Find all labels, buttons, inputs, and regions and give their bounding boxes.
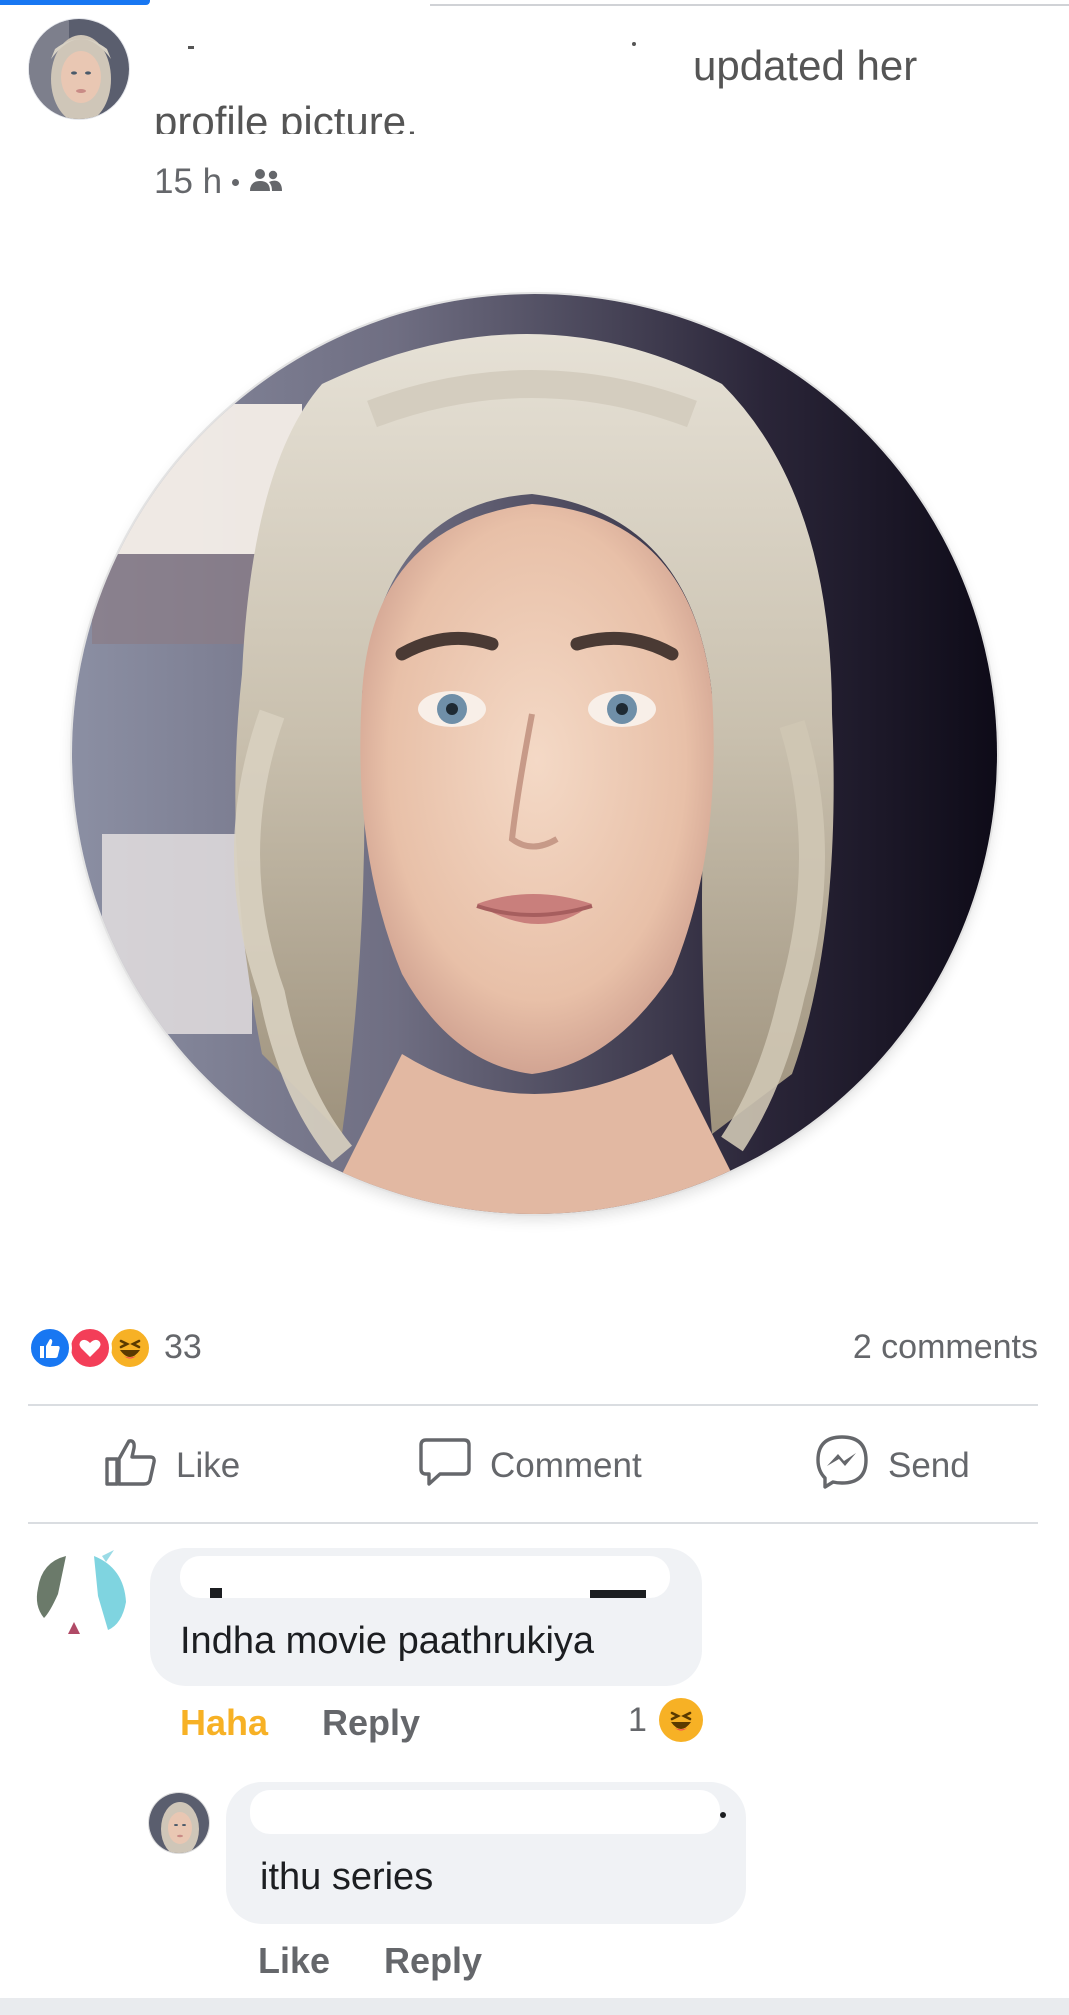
- reply-reply-button[interactable]: Reply: [384, 1940, 482, 1982]
- haha-icon: [108, 1326, 152, 1370]
- top-divider: [430, 4, 1069, 6]
- commenter-avatar[interactable]: [28, 1548, 132, 1652]
- author-name-redacted: [158, 32, 678, 82]
- comment-reaction-button[interactable]: Haha: [180, 1702, 268, 1744]
- love-icon: [68, 1326, 112, 1370]
- comment-reaction-count: 1: [628, 1700, 647, 1739]
- profile-picture[interactable]: [72, 294, 997, 1214]
- reply-author-avatar[interactable]: [148, 1792, 210, 1854]
- bottom-edge: [0, 1998, 1069, 2015]
- comment-bubble[interactable]: Indha movie paathrukiya: [150, 1548, 702, 1686]
- comment-icon: [418, 1436, 472, 1497]
- actions-divider-top: [28, 1404, 1038, 1406]
- like-button-label: Like: [176, 1446, 241, 1485]
- post-meta: 15 h: [154, 162, 283, 202]
- reply-actions: Like Reply: [258, 1940, 482, 1982]
- comment-text: Indha movie paathrukiya: [180, 1620, 595, 1662]
- post-action-text: updated her: [693, 42, 918, 89]
- reaction-count[interactable]: 33: [164, 1328, 202, 1367]
- reply-bubble[interactable]: ithu series: [226, 1782, 746, 1924]
- thumbs-up-icon: [104, 1437, 158, 1496]
- reply-like-button[interactable]: Like: [258, 1940, 330, 1982]
- commenter-name-redacted: [180, 1556, 670, 1598]
- send-button-label: Send: [888, 1446, 970, 1485]
- reply-author-name-redacted: [250, 1790, 726, 1834]
- friends-icon[interactable]: [249, 162, 283, 202]
- haha-icon: [658, 1698, 703, 1742]
- send-button[interactable]: Send: [814, 1434, 970, 1499]
- author-avatar[interactable]: [28, 18, 130, 120]
- messenger-icon: [814, 1434, 870, 1499]
- meta-separator: [232, 178, 240, 186]
- post-header: updated her profile picture. 15 h: [28, 18, 1048, 201]
- comment-actions: Haha Reply: [180, 1702, 420, 1744]
- like-button[interactable]: Like: [104, 1436, 240, 1496]
- comment-button[interactable]: Comment: [418, 1436, 642, 1496]
- reaction-icons: [28, 1326, 153, 1370]
- reply-button[interactable]: Reply: [322, 1702, 420, 1744]
- reactions-summary[interactable]: 33 2 comments: [28, 1322, 1038, 1372]
- comment-button-label: Comment: [490, 1446, 642, 1485]
- top-loading-bar: [0, 0, 150, 5]
- actions-divider-bottom: [28, 1522, 1038, 1524]
- post-time[interactable]: 15 h: [154, 162, 222, 202]
- post-action-text-line2: profile picture.: [154, 98, 418, 134]
- like-icon: [28, 1326, 72, 1370]
- reply-text: ithu series: [260, 1856, 434, 1898]
- comment-reaction-summary[interactable]: 1: [628, 1698, 703, 1742]
- comments-count[interactable]: 2 comments: [853, 1328, 1038, 1367]
